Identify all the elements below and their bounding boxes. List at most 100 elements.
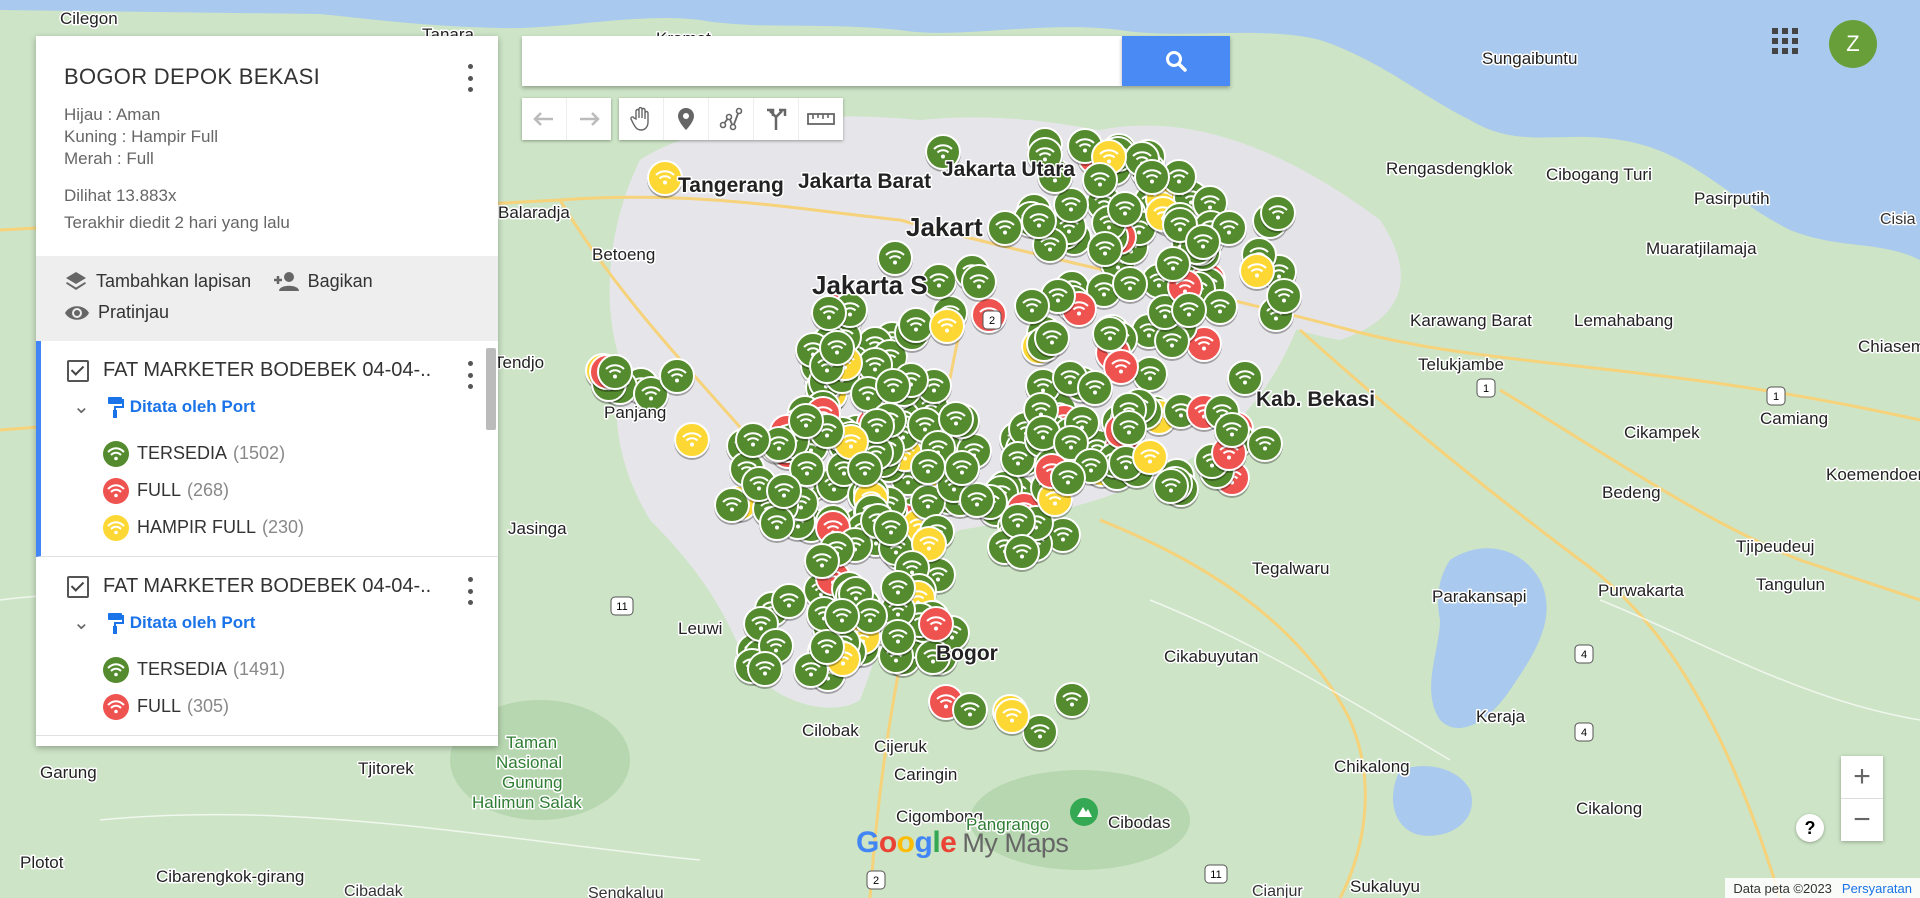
wifi-marker[interactable] [1087,231,1123,269]
search-input[interactable] [522,36,1110,86]
map-label-cibogang: Cibogang Turi [1546,165,1652,184]
wifi-marker[interactable] [944,450,980,488]
wifi-marker[interactable] [766,473,802,511]
wifi-marker[interactable] [1004,534,1040,572]
search-box [522,36,1122,86]
wifi-marker[interactable] [898,307,934,345]
map-options-icon[interactable] [462,64,478,92]
wifi-marker[interactable] [1021,203,1057,241]
wifi-marker[interactable] [929,308,965,346]
wifi-marker[interactable] [873,510,909,548]
wifi-marker[interactable] [1077,370,1113,408]
wifi-marker[interactable] [597,354,633,392]
zoom-out-button[interactable]: − [1841,799,1883,841]
styled-by-label[interactable]: Ditata oleh Port [130,397,256,417]
undo-button[interactable] [522,98,567,140]
wifi-marker[interactable] [880,570,916,608]
layer-name[interactable]: FAT MARKETER BODEBEK 04-04-... [103,359,433,382]
wifi-marker[interactable] [1171,292,1207,330]
legend-label: TERSEDIA [137,659,228,679]
wifi-marker[interactable] [659,358,695,396]
layer-visibility-checkbox[interactable] [67,575,89,598]
terms-link[interactable]: Persyaratan [1842,881,1912,896]
wifi-marker[interactable] [1092,316,1128,354]
draw-line-button[interactable] [709,98,754,140]
wifi-marker[interactable] [875,368,911,406]
zoom-in-button[interactable]: + [1841,756,1883,799]
pan-tool-button[interactable] [619,98,664,140]
add-marker-button[interactable] [664,98,709,140]
wifi-marker[interactable] [1134,159,1170,197]
wifi-marker[interactable] [819,330,855,368]
add-layer-button[interactable]: Tambahkan lapisan [64,270,251,292]
help-button[interactable]: ? [1796,814,1824,842]
wifi-marker[interactable] [1214,412,1250,450]
svg-text:2: 2 [989,315,995,327]
wifi-marker[interactable] [735,422,771,460]
wifi-marker[interactable] [1082,162,1118,200]
undo-icon [533,112,553,126]
layer-options-icon[interactable] [462,361,478,389]
account-avatar[interactable]: Z [1829,20,1877,68]
wifi-marker[interactable] [811,295,847,333]
layer-style-row[interactable]: ⌄ Ditata oleh Port [41,610,498,635]
wifi-marker[interactable] [847,451,883,489]
layer-style-row[interactable]: ⌄ Ditata oleh Port [41,394,498,419]
wifi-marker[interactable] [1155,246,1191,284]
layer-name[interactable]: FAT MARKETER BODEBEK 04-04-... [103,575,433,598]
layer-legend: TERSEDIA (1502) FULL (268) HAMPIR FULL (230… [41,435,498,546]
wifi-marker[interactable] [1239,253,1275,291]
wifi-marker[interactable] [747,651,783,689]
wifi-marker[interactable] [910,449,946,487]
layer-options-icon[interactable] [462,577,478,605]
styled-by-label[interactable]: Ditata oleh Port [130,613,256,633]
directions-button[interactable] [754,98,799,140]
legend-item-full[interactable]: FULL (305) [103,688,498,725]
legend-item-tersedia[interactable]: TERSEDIA (1502) [103,435,498,472]
wifi-marker[interactable] [824,598,860,636]
wifi-marker[interactable] [1260,195,1296,233]
chevron-down-icon[interactable]: ⌄ [73,394,90,419]
redo-button[interactable] [567,98,611,140]
wifi-marker[interactable] [1112,266,1148,304]
wifi-marker[interactable] [804,543,840,581]
chevron-down-icon[interactable]: ⌄ [73,610,90,635]
wifi-marker[interactable] [1153,468,1189,506]
wifi-marker[interactable] [1050,460,1086,498]
preview-button[interactable]: Pratinjau [64,302,169,323]
layer-visibility-checkbox[interactable] [67,359,89,382]
wifi-marker[interactable] [674,422,710,460]
map-label-caringin: Caringin [894,765,957,784]
pangrango-mountain-icon[interactable] [1070,798,1098,826]
layer-item[interactable]: FAT MARKETER BODEBEK 04-04-... ⌄ Ditata … [36,341,498,557]
apps-grid-icon[interactable] [1772,28,1798,54]
wifi-marker[interactable] [959,482,995,520]
map-label-tjipeudeuj: Tjipeudeuj [1736,537,1814,556]
legend-item-full[interactable]: FULL (268) [103,472,498,509]
wifi-marker[interactable] [1107,191,1143,229]
map-label-cikabuyutan: Cikabuyutan [1164,647,1259,666]
wifi-marker[interactable] [994,698,1030,736]
wifi-marker[interactable] [1034,320,1070,358]
wifi-marker[interactable] [1054,682,1090,720]
layer-item[interactable]: FAT MARKETER BODEBEK 04-04-... ⌄ Ditata … [36,557,498,736]
wifi-marker[interactable] [759,505,795,543]
wifi-marker[interactable] [961,264,997,302]
map-title: BOGOR DEPOK BEKASI [64,64,321,89]
share-button[interactable]: Bagikan [273,270,373,292]
legend-item-tersedia[interactable]: TERSEDIA (1491) [103,651,498,688]
wifi-marker[interactable] [987,210,1023,248]
wifi-marker[interactable] [771,583,807,621]
measure-button[interactable] [799,98,843,140]
wifi-marker[interactable] [1185,224,1221,262]
wifi-marker[interactable] [1247,426,1283,464]
wifi-marker[interactable] [952,692,988,730]
wifi-marker[interactable] [1202,289,1238,327]
legend-item-hampir-full[interactable]: HAMPIR FULL (230) [103,509,498,546]
wifi-marker[interactable] [1014,288,1050,326]
search-button[interactable] [1122,36,1230,86]
panel-scrollbar[interactable] [486,348,496,430]
map-label-tjitorek: Tjitorek [358,759,414,778]
wifi-marker[interactable] [918,606,954,644]
wifi-marker[interactable] [1266,278,1302,316]
